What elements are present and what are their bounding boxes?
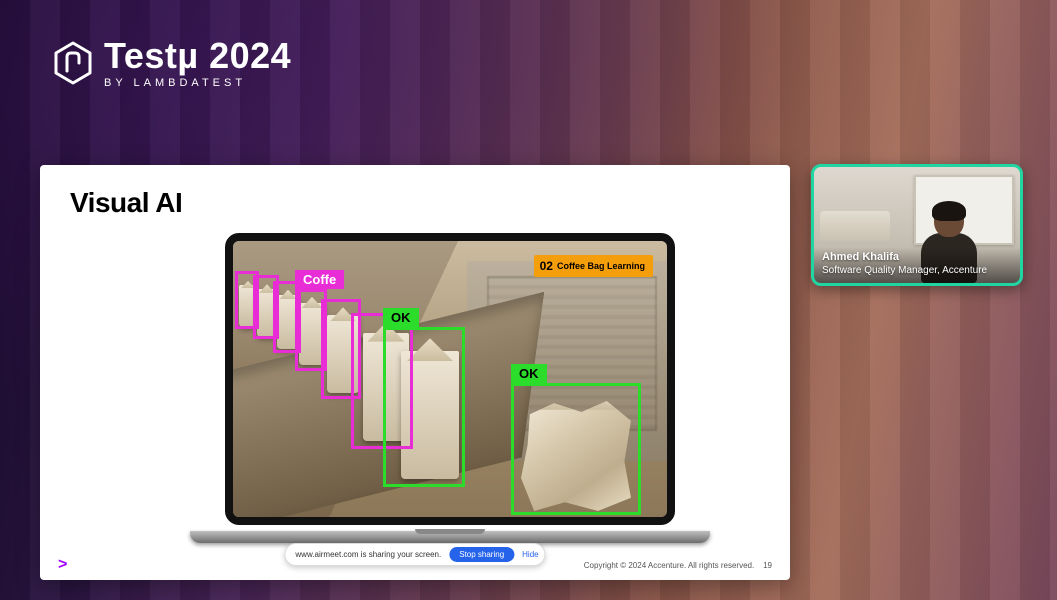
logo-title: Testµ 2024 xyxy=(104,38,291,74)
detection-label: Coffe xyxy=(295,270,344,289)
info-pill-number: 02 xyxy=(540,259,553,273)
copyright-text: Copyright © 2024 Accenture. All rights r… xyxy=(584,561,754,570)
speaker-title: Software Quality Manager, Accenture xyxy=(822,265,1012,278)
speaker-name: Ahmed Khalifa xyxy=(822,251,1012,265)
event-logo: Testµ 2024 BY LAMBDATEST xyxy=(52,38,291,89)
stop-sharing-button[interactable]: Stop sharing xyxy=(449,547,514,562)
speaker-caption: Ahmed Khalifa Software Quality Manager, … xyxy=(814,247,1020,283)
slide-page-number: 19 xyxy=(763,561,772,570)
info-pill-text: Coffee Bag Learning xyxy=(557,261,645,271)
laptop-screen: Coffe OK OK 02 Coffee Bag Lea xyxy=(225,233,675,525)
detection-label-ok: OK xyxy=(383,308,419,327)
logo-subtitle: BY LAMBDATEST xyxy=(104,78,291,89)
speaker-webcam-tile[interactable]: Ahmed Khalifa Software Quality Manager, … xyxy=(811,164,1023,286)
laptop-mockup: Coffe OK OK 02 Coffee Bag Lea xyxy=(190,233,710,543)
slide-title: Visual AI xyxy=(70,187,182,219)
detection-box-ok: OK xyxy=(511,383,641,515)
detection-box-ok: OK xyxy=(383,327,465,487)
screen-share-bar: www.airmeet.com is sharing your screen. … xyxy=(284,543,545,566)
shared-slide: Visual AI xyxy=(40,165,790,580)
logo-mark-icon xyxy=(52,41,94,87)
detection-label-ok: OK xyxy=(511,364,547,383)
presentation-stage: Testµ 2024 BY LAMBDATEST Visual AI xyxy=(0,0,1057,600)
accenture-mark-icon: > xyxy=(58,556,67,574)
info-pill: 02 Coffee Bag Learning xyxy=(534,255,653,277)
factory-photo: Coffe OK OK 02 Coffee Bag Lea xyxy=(233,241,667,517)
share-message: www.airmeet.com is sharing your screen. xyxy=(295,550,441,559)
hide-share-bar-link[interactable]: Hide xyxy=(522,550,538,559)
